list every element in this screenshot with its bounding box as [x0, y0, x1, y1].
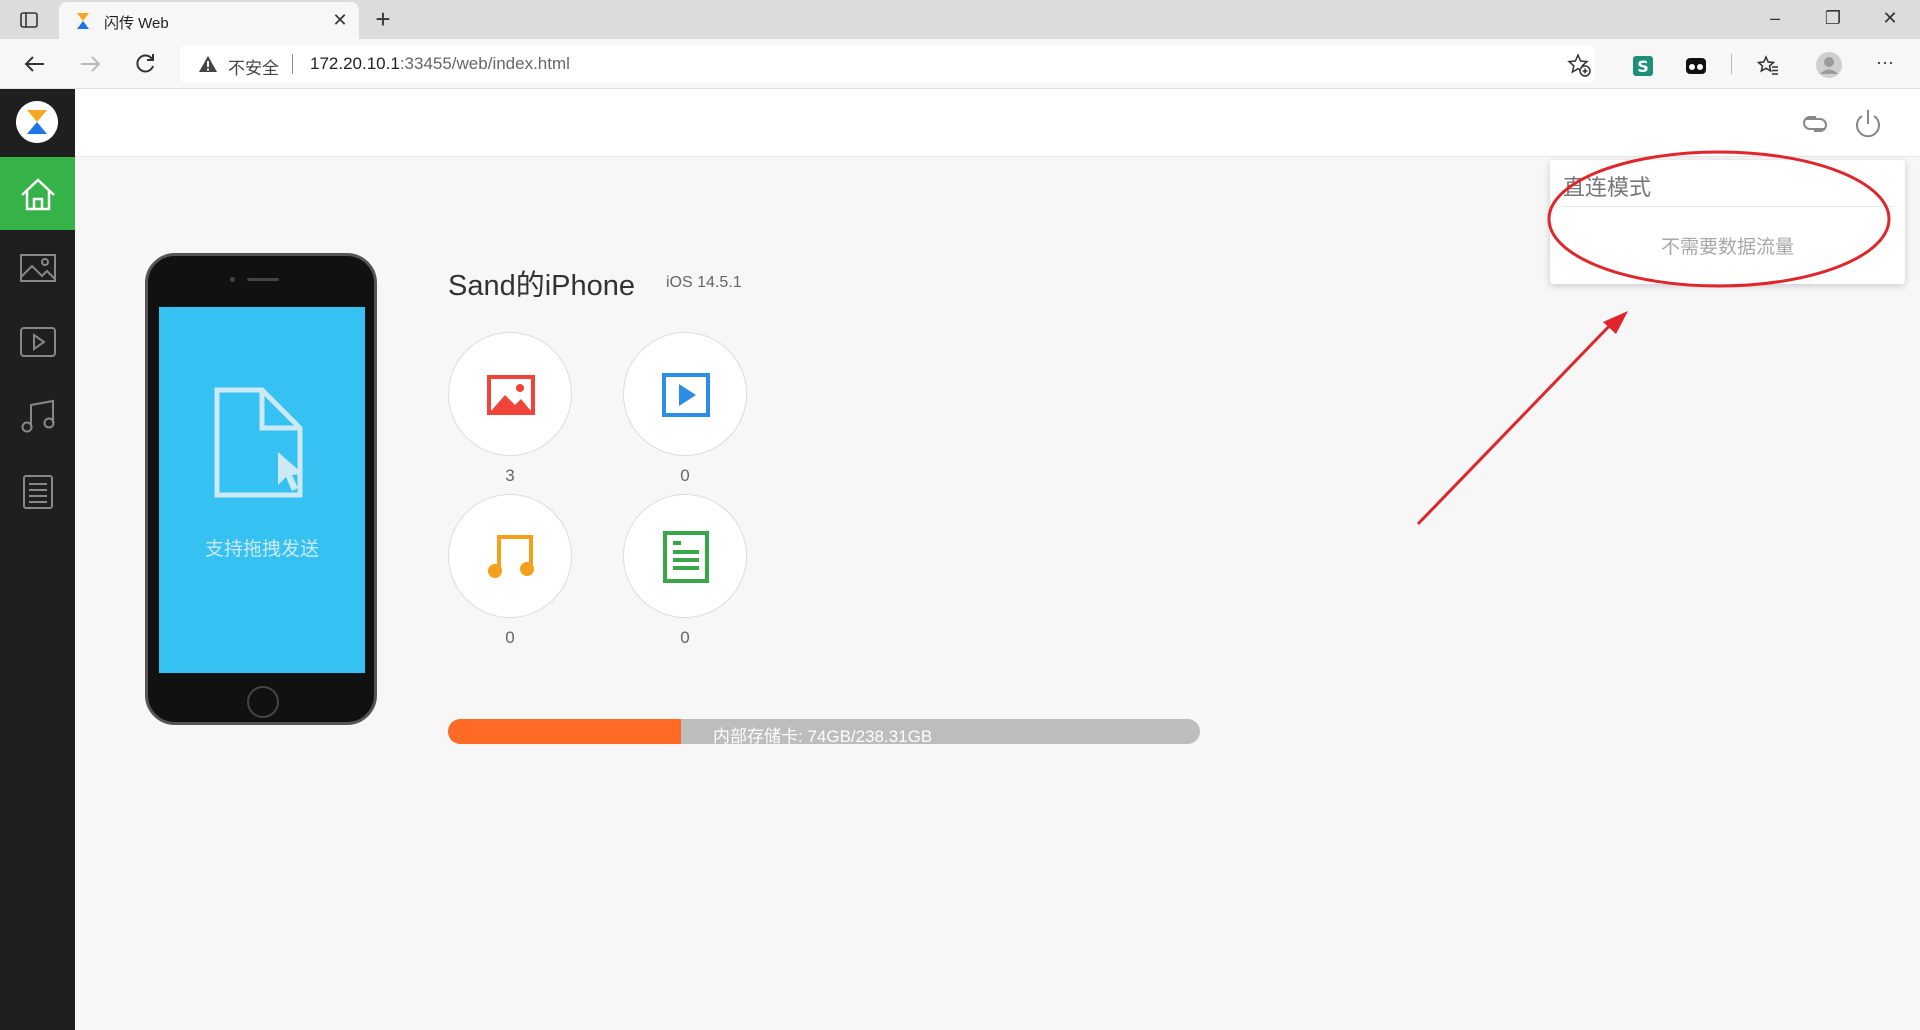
drop-hint-text: 支持拖拽发送: [204, 539, 319, 560]
device-os-version: iOS 14.5.1: [666, 274, 742, 291]
sidebar-item-photos[interactable]: [0, 230, 75, 303]
photos-icon: [487, 375, 535, 415]
url-bar[interactable]: 不安全 172.20.10.1:33455/web/index.html: [180, 45, 1595, 83]
minimize-button[interactable]: –: [1745, 0, 1805, 39]
tab-title: 闪传 Web: [104, 15, 169, 32]
power-icon[interactable]: [1851, 107, 1885, 141]
window-close-button[interactable]: ✕: [1860, 0, 1920, 39]
videos-icon: [662, 373, 710, 417]
shareit-favicon-icon: [77, 13, 89, 29]
toolbar-separator: [1731, 54, 1732, 74]
category-photos-button[interactable]: [448, 332, 572, 456]
dropdown-title: 直连模式: [1563, 175, 1652, 200]
warning-icon: [199, 56, 217, 72]
new-tab-button[interactable]: +: [368, 4, 398, 34]
add-favorite-icon[interactable]: [1566, 52, 1592, 78]
back-icon[interactable]: [20, 49, 50, 79]
tab-close-icon[interactable]: ✕: [329, 9, 351, 31]
address-bar-row: 不安全 172.20.10.1:33455/web/index.html S ·…: [0, 39, 1920, 89]
connection-mode-dropdown: 直连模式 不需要数据流量: [1550, 160, 1905, 284]
browser-tab-bar: 闪传 Web ✕ + – ❐ ✕: [0, 0, 1920, 39]
annotation-arrow-head: [1603, 311, 1628, 334]
url-text[interactable]: 172.20.10.1:33455/web/index.html: [310, 54, 570, 74]
tab-actions-icon[interactable]: [18, 9, 40, 31]
storage-label: 内部存储卡: 74GB/238.31GB: [713, 727, 933, 744]
shareit-logo-icon[interactable]: [16, 101, 58, 143]
refresh-icon[interactable]: [130, 49, 160, 79]
music-count: 0: [505, 628, 515, 647]
extension-s-icon[interactable]: S: [1631, 54, 1655, 78]
sidebar-item-documents[interactable]: [0, 454, 75, 527]
drop-zone[interactable]: 支持拖拽发送: [159, 307, 365, 673]
documents-count: 0: [680, 628, 690, 647]
phone-speaker: [247, 278, 279, 281]
sidebar: [0, 89, 75, 1030]
file-drag-icon: [214, 387, 303, 498]
phone-illustration: 支持拖拽发送: [145, 253, 377, 725]
home-icon: [21, 178, 55, 211]
document-icon: [23, 475, 53, 509]
image-icon: [20, 254, 56, 282]
app-top-bar: [75, 89, 1920, 157]
dropdown-divider: [1563, 206, 1893, 207]
storage-used-fill: [448, 719, 682, 744]
music-icon: [21, 399, 55, 433]
photos-count: 3: [505, 466, 515, 485]
connection-mode-icon[interactable]: [1798, 107, 1832, 141]
dropdown-description: 不需要数据流量: [1660, 237, 1794, 258]
svg-text:S: S: [1637, 57, 1649, 76]
extension-mask-icon[interactable]: [1684, 54, 1708, 78]
category-videos-button[interactable]: [623, 332, 747, 456]
phone-home-button: [247, 686, 279, 718]
category-music-button[interactable]: [448, 494, 572, 618]
video-icon: [20, 327, 56, 357]
category-documents-button[interactable]: [623, 494, 747, 618]
music-note-icon: [488, 535, 534, 578]
browser-tab[interactable]: 闪传 Web ✕: [59, 2, 359, 39]
storage-bar: 内部存储卡: 74GB/238.31GB: [448, 719, 1200, 744]
videos-count: 0: [680, 466, 690, 485]
annotation-arrow-line: [1416, 318, 1617, 526]
device-name: Sand的iPhone: [448, 270, 636, 302]
settings-more-button[interactable]: ···: [1870, 47, 1900, 77]
restore-button[interactable]: ❐: [1803, 0, 1863, 39]
url-separator: [292, 54, 293, 74]
sidebar-item-music[interactable]: [0, 379, 75, 452]
favorites-icon[interactable]: [1756, 54, 1780, 78]
forward-icon[interactable]: [75, 49, 105, 79]
insecure-label[interactable]: 不安全: [228, 54, 279, 79]
sidebar-item-videos[interactable]: [0, 304, 75, 377]
profile-avatar-icon[interactable]: [1815, 51, 1843, 79]
sidebar-item-home[interactable]: [0, 157, 75, 230]
phone-camera: [230, 277, 235, 282]
documents-icon: [663, 531, 709, 583]
